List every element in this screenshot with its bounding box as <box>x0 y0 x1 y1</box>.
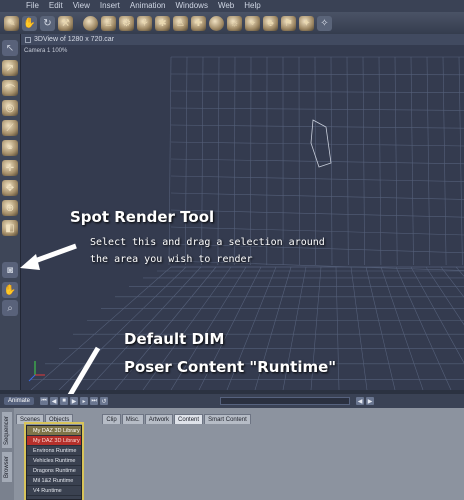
tab-artwork[interactable]: Artwork <box>144 414 174 424</box>
tab-smart-content[interactable]: Smart Content <box>204 414 251 424</box>
content-panel: Sequencer Browser Scenes Objects Clip Mi… <box>0 408 464 500</box>
runtime-list: My DAZ 3D Library Runtime My DAZ 3D Libr… <box>26 425 82 500</box>
loop-icon[interactable]: ↺ <box>100 397 109 405</box>
tab-sequencer[interactable]: Sequencer <box>2 412 12 448</box>
timeline-slider[interactable] <box>220 397 351 405</box>
animate-button[interactable]: Animate <box>4 397 35 405</box>
rewind-icon[interactable]: ⏮ <box>40 397 49 405</box>
tab-scenes[interactable]: Scenes <box>16 414 45 424</box>
list-item[interactable]: V4 Runtime <box>27 486 81 496</box>
list-item[interactable]: My DAZ 3D Library Runtime <box>27 426 81 436</box>
tab-browser[interactable]: Browser <box>2 452 12 482</box>
list-item[interactable]: My DAZ 3D Library <box>27 436 81 446</box>
play-icon[interactable]: ▶ <box>70 397 79 405</box>
step-forward-icon[interactable]: ▸ <box>80 397 89 405</box>
frame-back-icon[interactable]: ◀ <box>356 397 365 405</box>
tab-misc[interactable]: Misc. <box>121 414 144 424</box>
tab-content[interactable]: Content <box>174 414 204 424</box>
side-tabs: Sequencer Browser <box>0 408 14 500</box>
list-item[interactable]: Dragons Runtime <box>27 466 81 476</box>
list-item[interactable]: Environs Runtime <box>27 446 81 456</box>
list-item[interactable]: Vehicles Runtime <box>27 456 81 466</box>
animation-bar: Animate ⏮ ◀ ■ ▶ ▸ ⏭ ↺ ◀ ▶ <box>0 394 464 408</box>
list-item[interactable]: Mil 1&2 Runtime <box>27 476 81 486</box>
tab-objects[interactable]: Objects <box>45 414 74 424</box>
content-tabs: Scenes Objects Clip Misc. Artwork Conten… <box>16 414 251 424</box>
spot-render-title: Spot Render Tool <box>70 208 215 226</box>
poser-runtime-title: Poser Content "Runtime" <box>124 358 337 376</box>
fast-forward-icon[interactable]: ⏭ <box>90 397 99 405</box>
tab-clip[interactable]: Clip <box>102 414 121 424</box>
spot-render-line2: the area you wish to render <box>90 254 253 265</box>
spot-render-arrow <box>20 243 77 270</box>
frame-forward-icon[interactable]: ▶ <box>366 397 375 405</box>
step-back-icon[interactable]: ◀ <box>50 397 59 405</box>
stop-icon[interactable]: ■ <box>60 397 69 405</box>
default-dim-title: Default DIM <box>124 330 225 348</box>
spot-render-line1: Select this and drag a selection around <box>90 237 325 248</box>
